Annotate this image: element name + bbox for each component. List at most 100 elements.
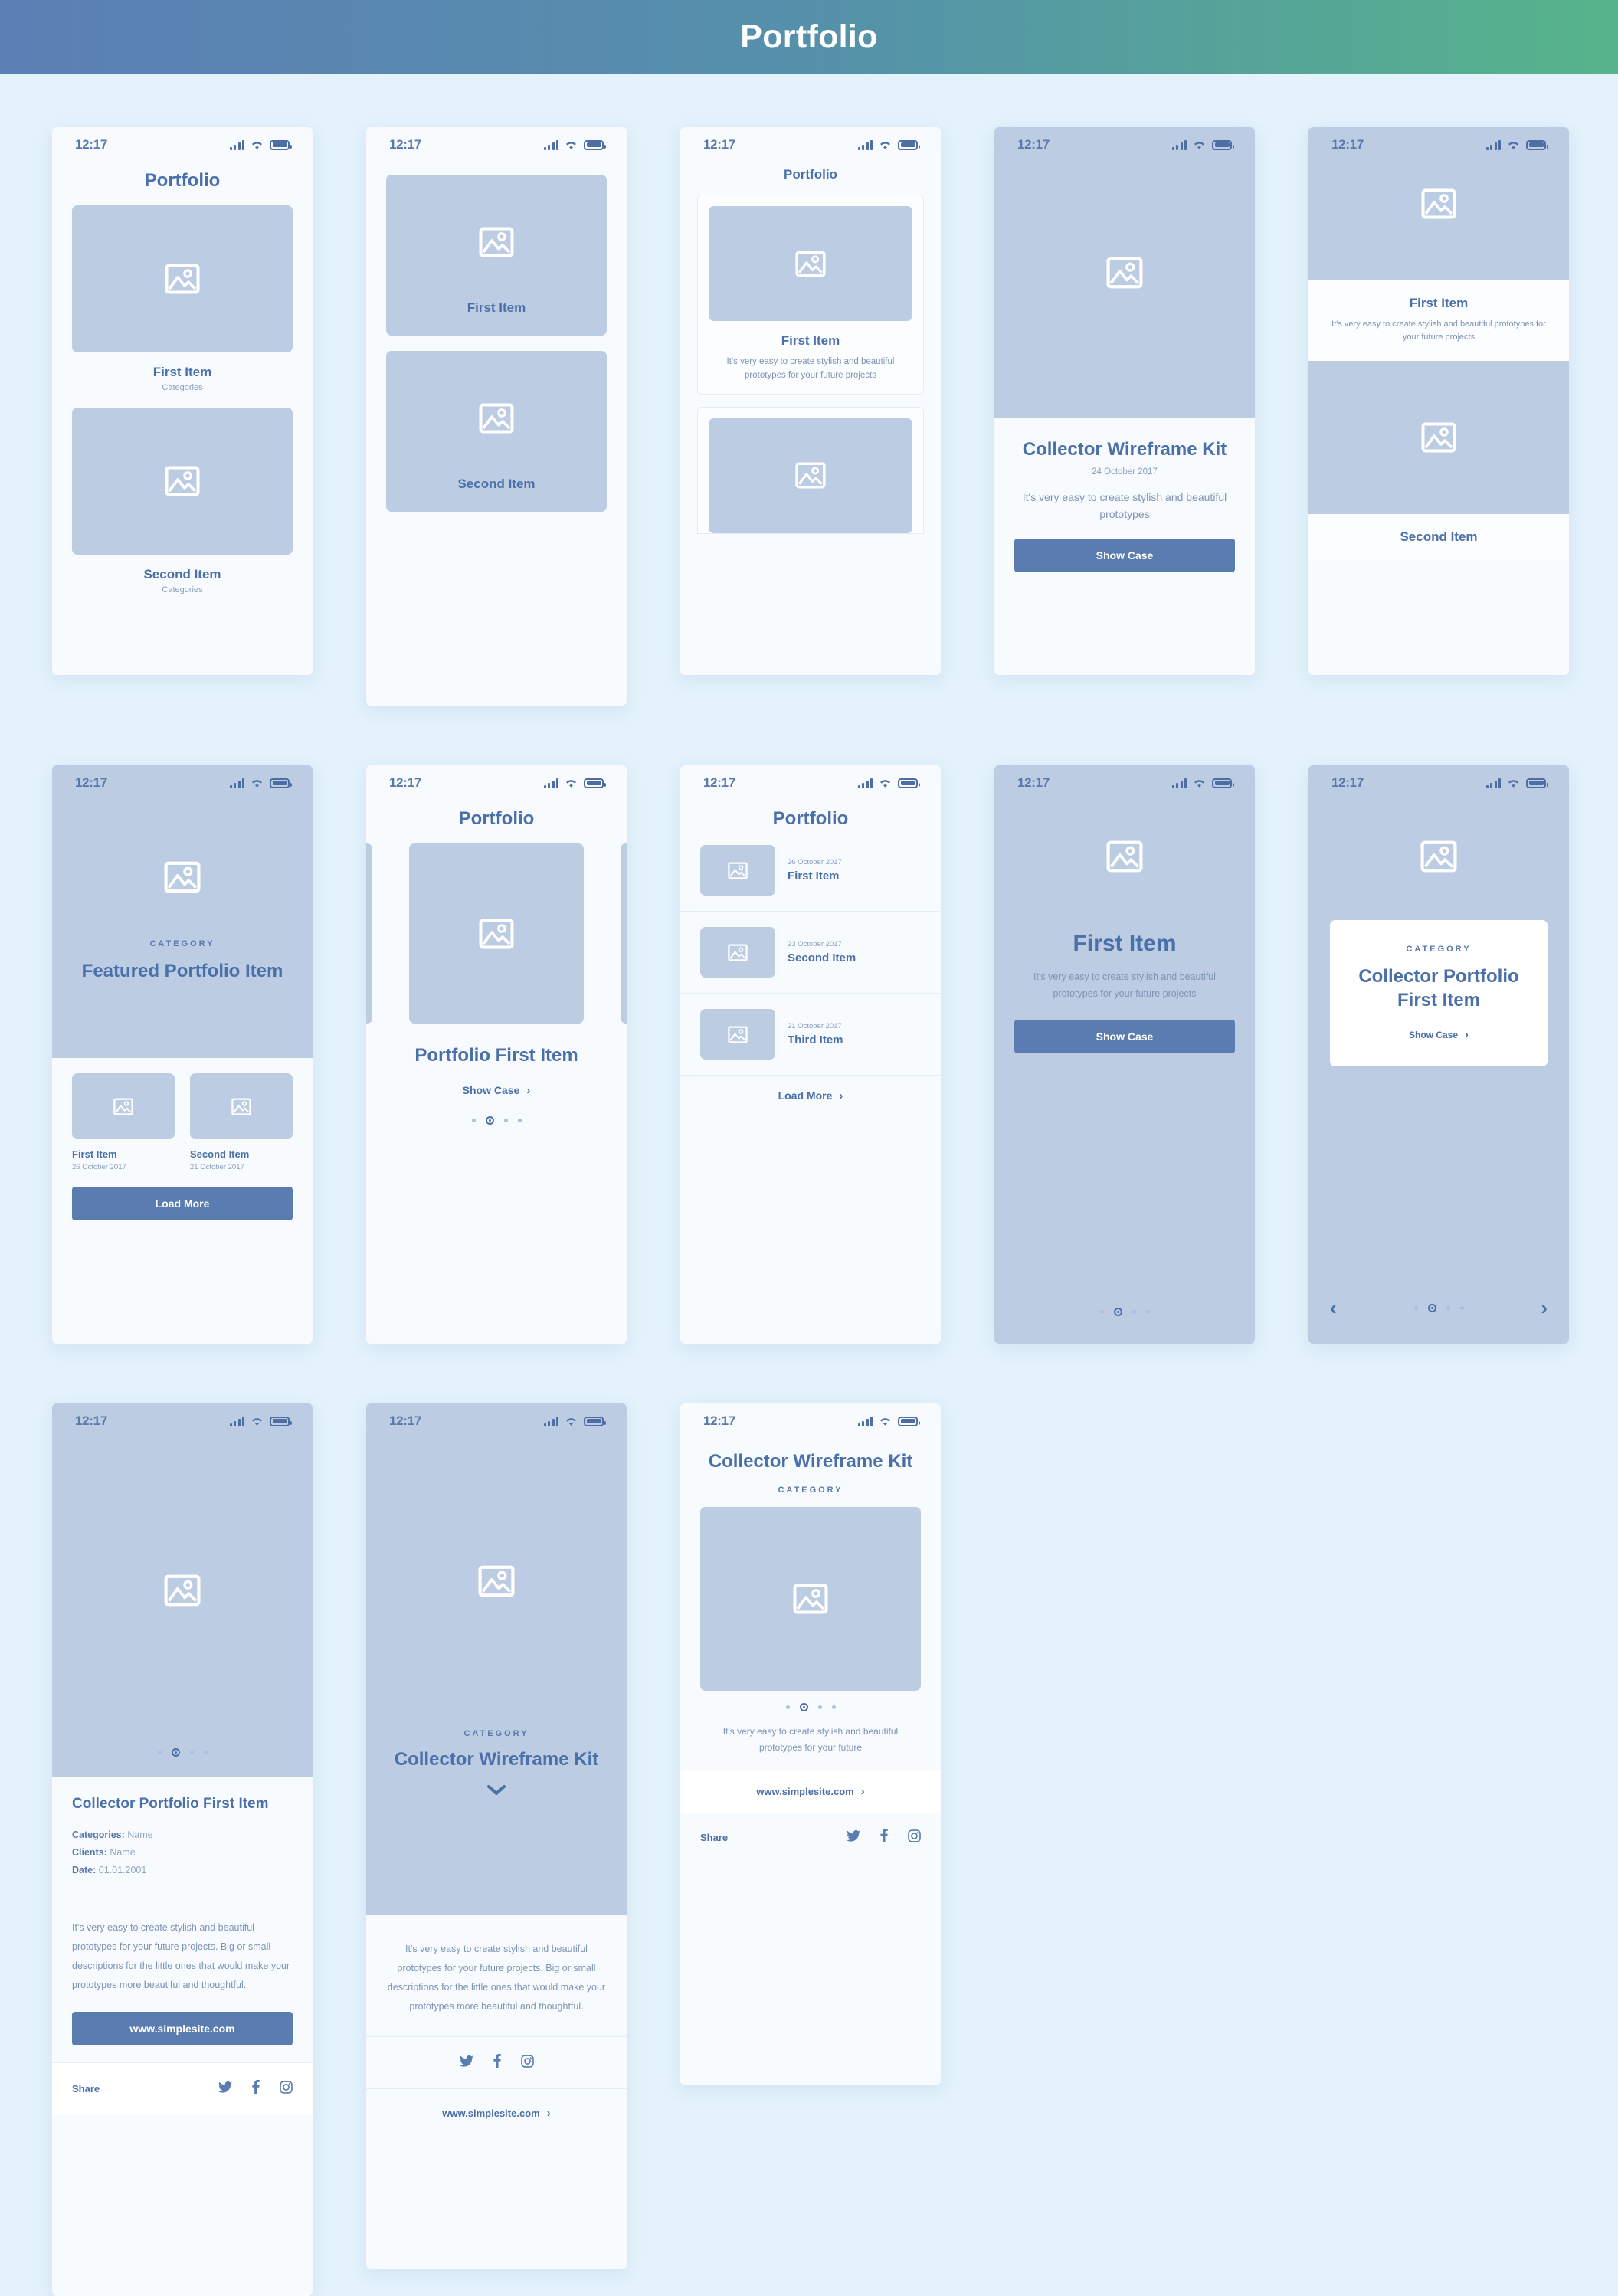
item-card-1[interactable] xyxy=(697,406,924,534)
wifi-icon xyxy=(879,140,892,150)
row-date-0: 26 October 2017 xyxy=(788,858,842,866)
dot-2[interactable] xyxy=(189,1751,194,1754)
tile-0[interactable]: First Item xyxy=(386,175,607,336)
image-placeholder-icon xyxy=(231,1097,251,1115)
dot-2[interactable] xyxy=(1446,1305,1450,1310)
instagram-icon[interactable] xyxy=(280,2080,293,2098)
overlay-card[interactable]: CATEGORY Collector Portfolio First Item … xyxy=(1330,920,1548,1067)
dot-3[interactable] xyxy=(1459,1305,1464,1310)
load-more-button[interactable]: Load More xyxy=(72,1187,293,1220)
carousel-track[interactable] xyxy=(366,843,627,1024)
carousel-dots[interactable] xyxy=(52,1748,313,1757)
screen-portfolio-grid-categories: 12:17 Portfolio First Item Categories Se… xyxy=(52,127,313,675)
item-name-0: First Item xyxy=(1409,296,1469,310)
carousel-dots[interactable] xyxy=(366,1116,627,1125)
grid-item-1[interactable]: Second Item 21 October 2017 xyxy=(190,1073,293,1171)
carousel-slide-active[interactable] xyxy=(409,843,584,1024)
screen-collector-portfolio-detail: 12:17 Collector Portfolio First Item Cat… xyxy=(52,1403,313,2296)
instagram-icon[interactable] xyxy=(520,2054,534,2072)
wifi-icon xyxy=(251,140,264,150)
website-button[interactable]: www.simplesite.com xyxy=(72,2012,293,2046)
twitter-icon[interactable] xyxy=(459,2055,473,2071)
load-more-link[interactable]: Load More › xyxy=(680,1076,941,1115)
wifi-icon xyxy=(251,778,264,788)
row-name-0: First Item xyxy=(788,870,840,883)
grid-item-0[interactable]: First Item 26 October 2017 xyxy=(72,1073,175,1171)
carousel-dots[interactable] xyxy=(680,1703,941,1712)
wifi-icon xyxy=(1193,778,1206,788)
twitter-icon[interactable] xyxy=(847,1829,860,1846)
wifi-icon xyxy=(879,778,892,788)
twitter-icon[interactable] xyxy=(218,2081,232,2097)
chevron-down-icon[interactable] xyxy=(487,1785,506,1800)
dot-3[interactable] xyxy=(517,1119,522,1123)
tile-1[interactable]: Second Item xyxy=(386,351,607,512)
item-image-0[interactable]: 12:17 xyxy=(1308,127,1569,280)
share-label: Share xyxy=(700,1832,729,1844)
dot-0[interactable] xyxy=(471,1119,476,1123)
chevron-right-icon[interactable]: › xyxy=(1541,1298,1548,1318)
row-date-1: 23 October 2017 xyxy=(788,940,842,948)
dot-0[interactable] xyxy=(1413,1305,1418,1310)
wifi-icon xyxy=(879,1417,892,1426)
dot-0[interactable] xyxy=(157,1751,162,1754)
dot-3[interactable] xyxy=(1145,1310,1150,1314)
carousel-dots[interactable] xyxy=(1413,1303,1464,1312)
facebook-icon[interactable] xyxy=(880,1829,888,1846)
list-row-2[interactable]: 21 October 2017 Third Item xyxy=(680,994,941,1075)
show-case-link[interactable]: Show Case › xyxy=(1348,1029,1529,1040)
item-name-0: First Item xyxy=(152,365,212,379)
card-desc-0: It's very easy to create stylish and bea… xyxy=(726,357,895,380)
dot-1[interactable] xyxy=(485,1116,494,1125)
item-info-0: First Item It's very easy to create styl… xyxy=(1308,280,1569,362)
show-case-button[interactable]: Show Case xyxy=(1014,1019,1235,1053)
signal-bars-icon xyxy=(229,1416,244,1426)
instagram-icon[interactable] xyxy=(908,1829,921,1846)
screen-collector-kit-scroll: 12:17 CATEGORY Collector Wireframe Kit I… xyxy=(366,1403,627,2269)
status-time: 12:17 xyxy=(1017,775,1050,790)
dot-1[interactable] xyxy=(171,1748,180,1757)
dot-3[interactable] xyxy=(203,1751,208,1754)
category-label: CATEGORY xyxy=(778,1485,843,1495)
item-image-1[interactable] xyxy=(72,408,293,555)
screen-collector-kit-gallery: 12:17 Collector Wireframe Kit CATEGORY I… xyxy=(680,1403,941,2085)
hero-image xyxy=(1308,840,1569,873)
chevron-left-icon[interactable]: ‹ xyxy=(1330,1298,1337,1318)
dot-2[interactable] xyxy=(503,1119,508,1123)
signal-bars-icon xyxy=(229,139,244,150)
item-image-1[interactable] xyxy=(1308,361,1569,515)
screen-title: Portfolio xyxy=(458,808,535,829)
dot-1[interactable] xyxy=(1113,1308,1122,1316)
gallery-image[interactable] xyxy=(700,1507,921,1692)
image-placeholder-icon xyxy=(165,264,200,294)
status-bar: 12:17 xyxy=(680,127,941,162)
hero-title: First Item xyxy=(1073,931,1177,956)
website-link[interactable]: www.simplesite.com › xyxy=(366,2089,627,2137)
item-desc-0: It's very easy to create stylish and bea… xyxy=(1331,319,1546,342)
status-time: 12:17 xyxy=(389,1413,421,1428)
list-row-1[interactable]: 23 October 2017 Second Item xyxy=(680,912,941,993)
carousel-dots[interactable] xyxy=(994,1308,1255,1316)
dot-2[interactable] xyxy=(817,1705,822,1710)
dot-0[interactable] xyxy=(1099,1310,1104,1314)
card-image-0 xyxy=(709,206,912,321)
gallery-title: Collector Wireframe Kit xyxy=(708,1451,913,1472)
item-card-0[interactable]: First Item It's very easy to create styl… xyxy=(697,195,924,395)
dot-2[interactable] xyxy=(1132,1310,1136,1314)
item-image-0[interactable] xyxy=(72,205,293,352)
facebook-icon[interactable] xyxy=(252,2080,260,2098)
show-case-link[interactable]: Show Case › xyxy=(366,1084,627,1096)
facebook-icon[interactable] xyxy=(493,2054,501,2072)
dot-1[interactable] xyxy=(1427,1303,1436,1312)
wifi-icon xyxy=(565,140,578,150)
carousel-slide-next[interactable] xyxy=(621,843,627,1024)
list-row-0[interactable]: 26 October 2017 First Item xyxy=(680,830,941,911)
chevron-right-icon: › xyxy=(860,1785,865,1799)
dot-1[interactable] xyxy=(799,1703,808,1712)
dot-3[interactable] xyxy=(831,1705,836,1710)
dot-0[interactable] xyxy=(785,1705,790,1710)
status-time: 12:17 xyxy=(389,137,421,152)
carousel-slide-prev[interactable] xyxy=(366,843,372,1024)
show-case-button[interactable]: Show Case xyxy=(1014,538,1235,572)
website-link[interactable]: www.simplesite.com › xyxy=(680,1770,941,1813)
